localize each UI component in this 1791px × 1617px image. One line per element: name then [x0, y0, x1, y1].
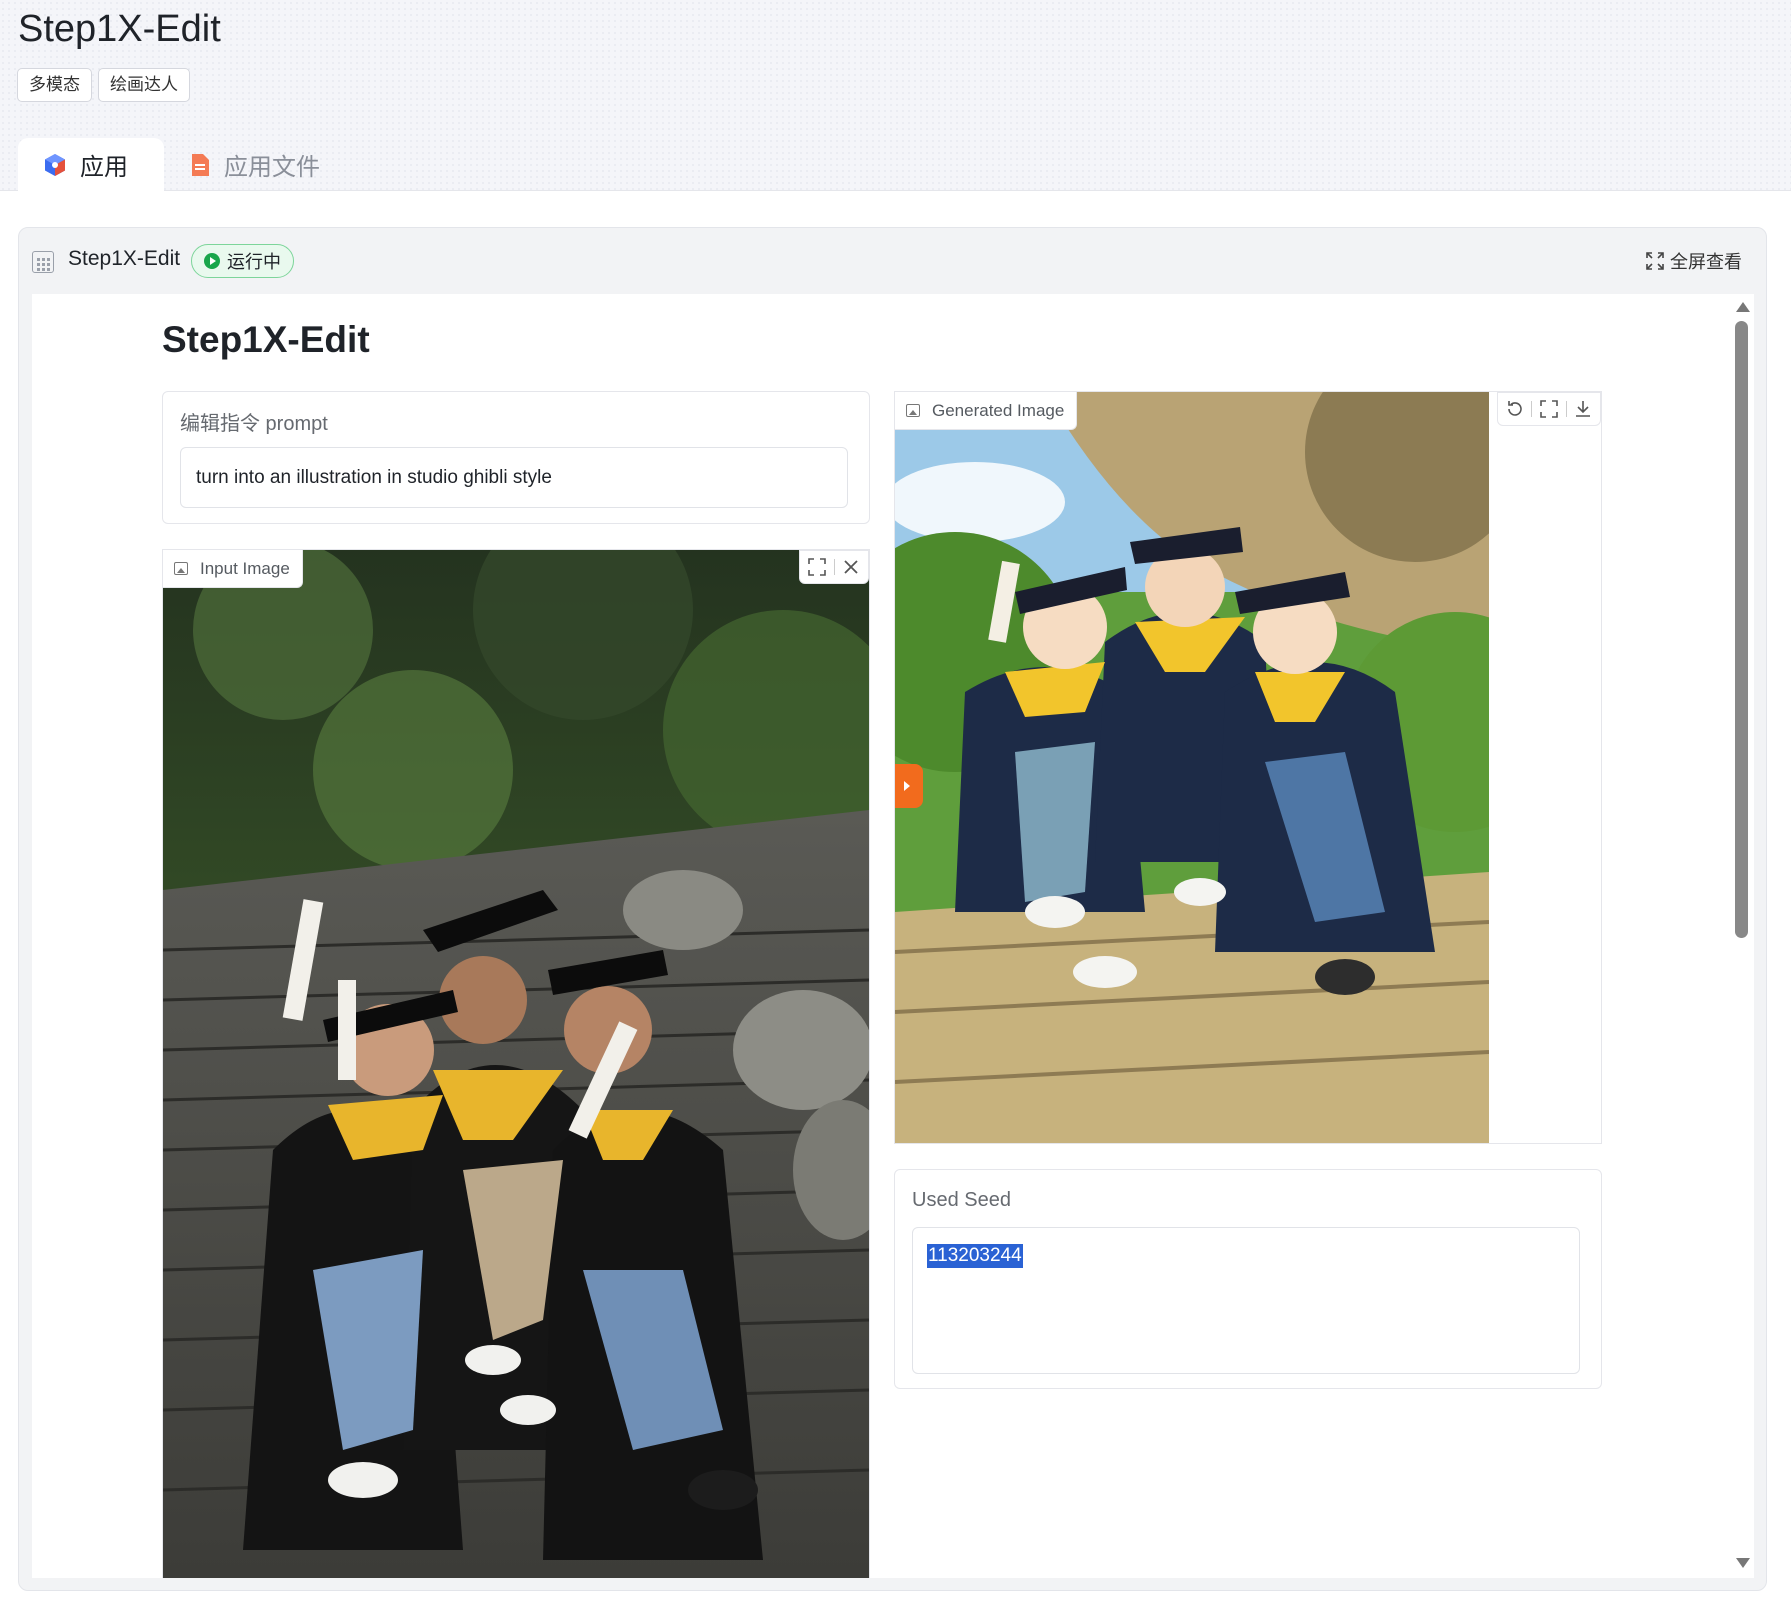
seed-panel: Used Seed 113203244 — [894, 1169, 1602, 1389]
seed-label: Used Seed — [912, 1189, 1011, 1211]
document-icon — [190, 153, 210, 177]
fullscreen-button[interactable]: 全屏查看 — [1646, 248, 1742, 274]
scrollbar[interactable] — [1732, 294, 1752, 1578]
header: Step1X-Edit 多模态 绘画达人 应用 应用文件 — [0, 0, 1791, 191]
app-cube-icon — [44, 153, 66, 177]
prompt-panel: 编辑指令 prompt turn into an illustration in… — [162, 391, 870, 524]
grid-app-icon — [32, 251, 54, 273]
tab-app-files-label: 应用文件 — [224, 154, 320, 181]
frame-app-name: Step1X-Edit — [68, 247, 181, 270]
seed-value: 113203244 — [927, 1244, 1023, 1268]
scroll-up-icon[interactable] — [1736, 302, 1750, 312]
app-frame: Step1X-Edit 运行中 全屏查看 Step1X-Edit 编辑指令 pr… — [18, 227, 1767, 1591]
side-panel-toggle[interactable] — [895, 764, 923, 808]
tag-multimodal[interactable]: 多模态 — [17, 68, 92, 102]
download-icon[interactable] — [1567, 393, 1600, 425]
undo-icon[interactable] — [1498, 393, 1531, 425]
status-badge: 运行中 — [191, 244, 294, 278]
tab-app[interactable]: 应用 — [18, 138, 164, 191]
close-icon[interactable] — [834, 551, 868, 583]
tab-app-label: 应用 — [80, 154, 128, 181]
tab-bar: 应用 应用文件 — [18, 138, 356, 191]
app-content: Step1X-Edit 编辑指令 prompt turn into an ill… — [32, 294, 1754, 1578]
prompt-label: 编辑指令 prompt — [180, 413, 328, 435]
expand-icon — [1646, 252, 1664, 270]
image-icon — [906, 404, 920, 417]
generated-image-label: Generated Image — [895, 392, 1078, 430]
generated-image-toolbar — [1497, 392, 1601, 426]
fullscreen-icon[interactable] — [1532, 393, 1565, 425]
tag-list: 多模态 绘画达人 — [17, 68, 190, 102]
seed-output[interactable]: 113203244 — [912, 1227, 1580, 1374]
scroll-down-icon[interactable] — [1736, 1558, 1750, 1568]
scrollbar-thumb[interactable] — [1735, 321, 1748, 938]
tag-drawing[interactable]: 绘画达人 — [98, 68, 190, 102]
play-icon — [204, 253, 220, 269]
image-icon — [174, 562, 188, 575]
input-image — [163, 550, 869, 1578]
input-image-label: Input Image — [163, 550, 303, 588]
generated-image-panel: Generated Image — [894, 391, 1602, 1144]
fullscreen-icon[interactable] — [800, 551, 834, 583]
page-title: Step1X-Edit — [162, 319, 370, 360]
input-image-panel: Input Image — [162, 549, 870, 1578]
generated-image-label-text: Generated Image — [932, 400, 1065, 420]
app-title: Step1X-Edit — [18, 8, 221, 50]
prompt-input[interactable]: turn into an illustration in studio ghib… — [180, 447, 848, 508]
frame-toolbar: Step1X-Edit 运行中 全屏查看 — [19, 228, 1766, 294]
input-image-label-text: Input Image — [200, 558, 290, 578]
tab-app-files[interactable]: 应用文件 — [164, 138, 356, 191]
generated-image — [895, 392, 1489, 1143]
fullscreen-label: 全屏查看 — [1670, 252, 1742, 272]
input-image-toolbar — [799, 550, 869, 584]
status-text: 运行中 — [227, 252, 281, 272]
